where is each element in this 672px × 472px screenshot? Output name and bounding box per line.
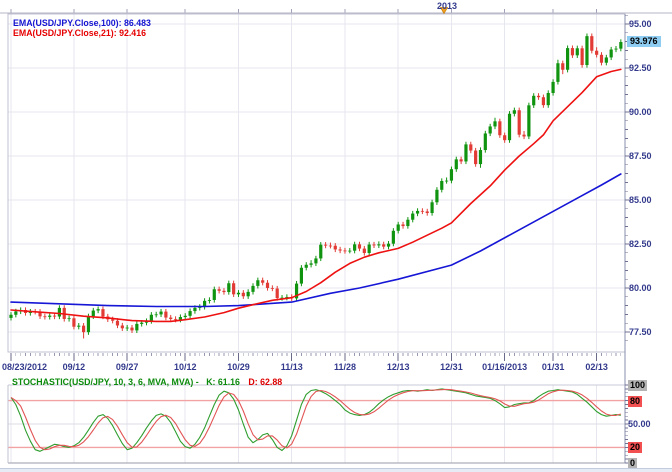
date-axis-label: 12/13 (387, 362, 410, 372)
date-axis-label: 02/13 (585, 362, 608, 372)
date-axis: 08/23/2012 09/12 09/27 10/12 10/29 11/13 11/28… (0, 0, 672, 472)
date-axis-label: 01/16/2013 (482, 362, 527, 372)
date-axis-label: 01/31 (542, 362, 565, 372)
date-axis-label: 10/29 (227, 362, 250, 372)
date-axis-label: 11/28 (334, 362, 356, 372)
date-axis-label: 09/27 (116, 362, 139, 372)
forex-chart-window: 2013 EMA(USD/JPY.Close,100): 86.483 EMA(… (0, 0, 672, 472)
window-bottom-edge (0, 468, 672, 472)
date-axis-label: 08/23/2012 (2, 362, 47, 372)
date-axis-label: 11/13 (281, 362, 303, 372)
date-axis-label: 12/31 (440, 362, 463, 372)
date-axis-label: 10/12 (174, 362, 197, 372)
date-axis-label: 09/12 (63, 362, 86, 372)
